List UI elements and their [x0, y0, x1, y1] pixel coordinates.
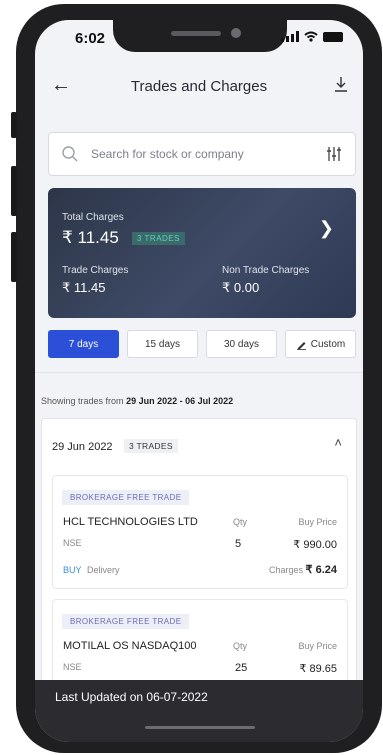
buy-price-value: ₹ 89.65 [299, 663, 337, 675]
stock-name: HCL TECHNOLOGIES LTD [63, 516, 198, 528]
date-range-value: 29 Jun 2022 - 06 Jul 2022 [126, 396, 234, 406]
chevron-up-icon[interactable]: ˄ [334, 435, 342, 450]
date-range-text: Showing trades from 29 Jun 2022 - 06 Jul… [41, 396, 233, 406]
qty-value: 25 [235, 662, 248, 674]
page-title: Trades and Charges [130, 78, 268, 95]
period-label: Custom [310, 338, 346, 350]
stock-name: MOTILAL OS NASDAQ100 [63, 640, 197, 652]
search-placeholder: Search for stock or company [91, 147, 244, 161]
period-selector: 7 days 15 days 30 days Custom [48, 330, 356, 358]
phone-notch [113, 20, 287, 52]
phone-side-button [11, 232, 17, 282]
app-screen: 6:02 ← Trades and Charges Search for sto… [35, 20, 363, 742]
wifi-icon [304, 31, 318, 42]
qty-value: 5 [235, 538, 242, 550]
qty-label: Qty [233, 641, 248, 651]
day-trades-group: 29 Jun 2022 3 TRADES ˄ BROKERAGE FREE TR… [41, 418, 357, 718]
period-15-days-button[interactable]: 15 days [127, 330, 198, 358]
charges-label: Charges [268, 565, 304, 575]
trade-side: BUY [63, 565, 82, 575]
total-charges-label: Total Charges [62, 212, 124, 223]
status-icons [281, 31, 343, 42]
non-trade-charges-label: Non Trade Charges [222, 265, 310, 276]
exchange-label: NSE [63, 662, 82, 672]
qty-label: Qty [233, 517, 248, 527]
day-date: 29 Jun 2022 [52, 441, 113, 453]
speaker-grille [171, 31, 221, 36]
total-charges-value: ₹ 11.45 [62, 228, 119, 247]
phone-side-button [11, 112, 17, 138]
period-custom-button[interactable]: Custom [285, 330, 356, 358]
home-indicator[interactable] [145, 726, 255, 729]
signal-icon [281, 31, 299, 42]
buy-price-label: Buy Price [298, 641, 337, 651]
pencil-icon [296, 341, 306, 350]
camera-dot [231, 28, 241, 38]
buy-price-value: ₹ 990.00 [293, 539, 337, 551]
brokerage-free-tag: BROKERAGE FREE TRADE [62, 614, 190, 629]
search-icon [62, 146, 78, 162]
charges-value: ₹ 6.24 [305, 564, 337, 576]
status-time: 6:02 [75, 30, 106, 47]
trade-card[interactable]: BROKERAGE FREE TRADE HCL TECHNOLOGIES LT… [52, 475, 348, 589]
battery-icon [323, 31, 343, 42]
non-trade-charges-value: ₹ 0.00 [222, 280, 260, 295]
buy-price-label: Buy Price [298, 517, 337, 527]
chevron-right-icon[interactable]: ❯ [319, 218, 334, 239]
trades-count-badge: 3 TRADES [132, 232, 185, 245]
brokerage-free-tag: BROKERAGE FREE TRADE [62, 490, 190, 505]
period-30-days-button[interactable]: 30 days [206, 330, 277, 358]
date-range-prefix: Showing trades from [41, 396, 124, 406]
trade-charges: Charges ₹ 6.24 [269, 563, 337, 576]
product-type: Delivery [87, 565, 120, 575]
period-label: 30 days [223, 338, 260, 350]
filter-icon[interactable] [325, 145, 343, 163]
period-label: 15 days [144, 338, 181, 350]
day-trades-badge: 3 TRADES [124, 439, 178, 453]
exchange-label: NSE [63, 538, 82, 548]
search-input[interactable]: Search for stock or company [48, 132, 356, 176]
section-divider [35, 372, 363, 373]
period-label: 7 days [68, 338, 99, 350]
phone-side-button [11, 166, 17, 216]
app-header: ← Trades and Charges [35, 74, 363, 108]
trade-charges-label: Trade Charges [62, 265, 129, 276]
charges-summary-card[interactable]: Total Charges ₹ 11.45 3 TRADES ❯ Trade C… [48, 188, 356, 318]
last-updated-text: Last Updated on 06-07-2022 [55, 690, 208, 704]
period-7-days-button[interactable]: 7 days [48, 330, 119, 358]
last-updated-footer: Last Updated on 06-07-2022 [35, 680, 363, 742]
download-icon[interactable] [333, 74, 349, 94]
trade-charges-value: ₹ 11.45 [62, 280, 106, 295]
